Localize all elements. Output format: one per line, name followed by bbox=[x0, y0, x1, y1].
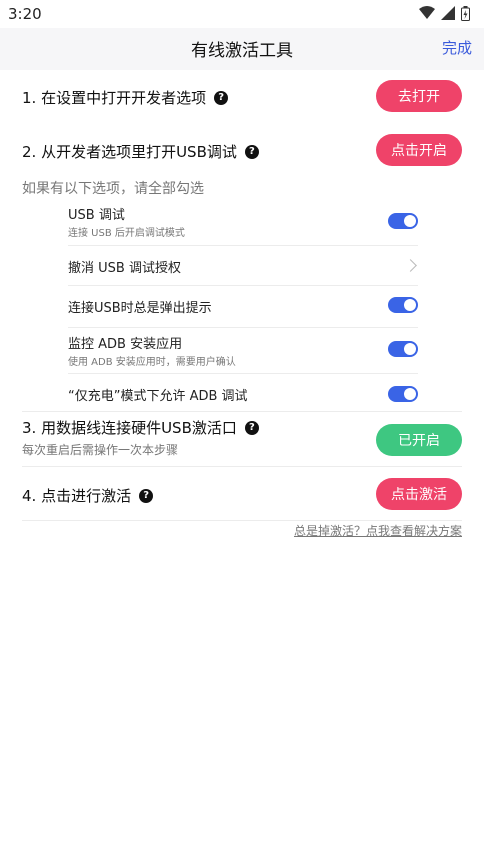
step-1: 1. 在设置中打开开发者选项 ? bbox=[22, 87, 229, 108]
divider bbox=[68, 245, 418, 246]
divider bbox=[22, 411, 462, 412]
option-label: “仅充电”模式下允许 ADB 调试 bbox=[68, 389, 248, 404]
status-bar: 3:20 bbox=[0, 0, 484, 28]
divider bbox=[22, 466, 462, 467]
option-desc: 连接 USB 后开启调试模式 bbox=[68, 228, 185, 239]
option-desc: 使用 ADB 安装应用时，需要用户确认 bbox=[68, 357, 236, 368]
help-icon[interactable]: ? bbox=[214, 90, 229, 105]
step-2-label: 2. 从开发者选项里打开USB调试 bbox=[22, 143, 237, 161]
help-icon[interactable]: ? bbox=[139, 488, 154, 503]
option-label: 撤消 USB 调试授权 bbox=[68, 261, 181, 276]
done-button[interactable]: 完成 bbox=[442, 37, 472, 58]
battery-icon bbox=[461, 5, 470, 21]
option-label: USB 调试 bbox=[68, 208, 125, 223]
step-3-label: 3. 用数据线连接硬件USB激活口 bbox=[22, 419, 237, 437]
step-4-label: 4. 点击进行激活 bbox=[22, 487, 132, 505]
troubleshoot-link[interactable]: 总是掉激活？点我查看解决方案 bbox=[294, 522, 462, 539]
monitor-adb-toggle[interactable] bbox=[388, 341, 418, 357]
divider bbox=[68, 285, 418, 286]
step-3: 3. 用数据线连接硬件USB激活口 ? bbox=[22, 417, 259, 438]
option-label: 连接USB时总是弹出提示 bbox=[68, 301, 212, 316]
usb-debug-toggle[interactable] bbox=[388, 213, 418, 229]
help-icon[interactable]: ? bbox=[244, 420, 259, 435]
wifi-icon bbox=[419, 6, 435, 19]
usb-prompt-toggle[interactable] bbox=[388, 297, 418, 313]
divider bbox=[68, 327, 418, 328]
usb-connected-button[interactable]: 已开启 bbox=[376, 424, 462, 456]
top-bar: 有线激活工具 完成 bbox=[0, 28, 484, 70]
option-charge-only-adb[interactable]: “仅充电”模式下允许 ADB 调试 bbox=[68, 385, 418, 405]
charge-only-adb-toggle[interactable] bbox=[388, 386, 418, 402]
step-3-sub: 每次重启后需操作一次本步骤 bbox=[22, 443, 179, 457]
option-usb-prompt[interactable]: 连接USB时总是弹出提示 bbox=[68, 297, 418, 317]
option-monitor-adb-install[interactable]: 监控 ADB 安装应用 使用 ADB 安装应用时，需要用户确认 bbox=[68, 333, 418, 371]
options-hint: 如果有以下选项，请全部勾选 bbox=[22, 181, 204, 197]
page-title: 有线激活工具 bbox=[191, 41, 293, 61]
step-1-label: 1. 在设置中打开开发者选项 bbox=[22, 89, 207, 107]
option-usb-debug[interactable]: USB 调试 连接 USB 后开启调试模式 bbox=[68, 204, 418, 246]
system-icons bbox=[419, 5, 470, 21]
step-4: 4. 点击进行激活 ? bbox=[22, 485, 154, 506]
option-revoke-usb-auth[interactable]: 撤消 USB 调试授权 bbox=[68, 257, 418, 277]
signal-icon bbox=[441, 6, 455, 20]
open-developer-options-button[interactable]: 去打开 bbox=[376, 80, 462, 112]
status-time: 3:20 bbox=[8, 5, 42, 23]
divider bbox=[22, 520, 462, 521]
activate-button[interactable]: 点击激活 bbox=[376, 478, 462, 510]
chevron-right-icon bbox=[404, 259, 417, 272]
option-label: 监控 ADB 安装应用 bbox=[68, 337, 183, 352]
enable-usb-debug-button[interactable]: 点击开启 bbox=[376, 134, 462, 166]
step-2: 2. 从开发者选项里打开USB调试 ? bbox=[22, 141, 259, 162]
help-icon[interactable]: ? bbox=[244, 144, 259, 159]
divider bbox=[68, 373, 418, 374]
